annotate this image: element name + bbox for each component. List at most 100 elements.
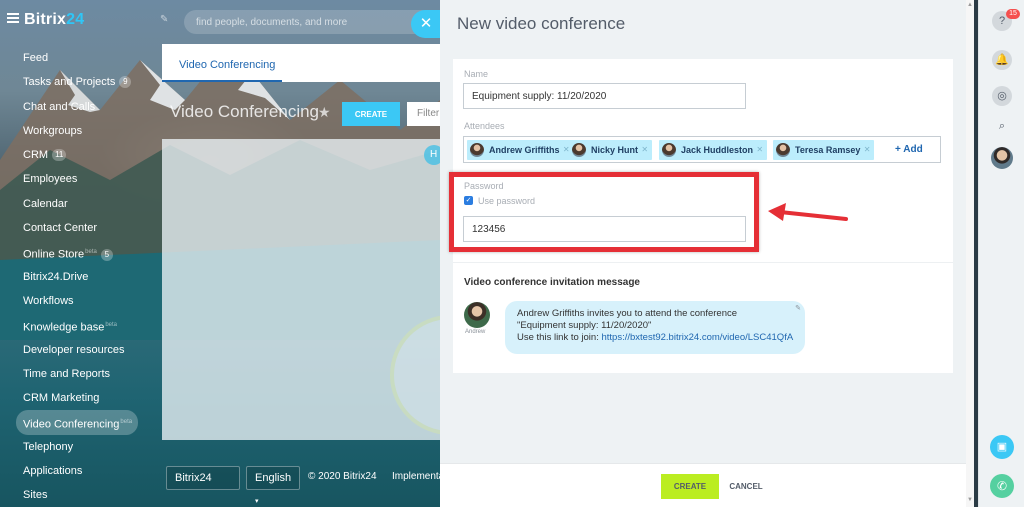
left-menu: Feed Tasks and Projects 9 Chat and Calls Wor… (0, 46, 160, 507)
scroll-up-icon[interactable]: ▲ (966, 2, 974, 8)
section-divider (453, 262, 953, 263)
portal-background: Bitrix24 ✎ Feed Tasks and Projects9 Chat a… (0, 0, 440, 507)
beta-label: beta (120, 419, 133, 426)
attendees-selector[interactable]: Andrew Griffiths ✕ Nicky Hunt ✕ Jack Huddl… (463, 136, 941, 163)
work-area: Video Conferencing Video Conferencing ★ … (162, 44, 440, 440)
language-value: English (255, 472, 292, 484)
bell-icon[interactable]: 🔔 (992, 50, 1012, 70)
sidebar-item[interactable]: Online Storebeta 5 (0, 240, 160, 264)
name-label: Name (464, 69, 489, 79)
cancel-button[interactable]: CANCEL (723, 474, 769, 499)
conference-link[interactable]: https://bxtest92.bitrix24.com/video/LSC4… (601, 332, 793, 343)
global-search-input[interactable] (184, 10, 434, 34)
bitrix24-logo[interactable]: Bitrix24 (24, 11, 84, 29)
sidebar-item-label: Knowledge base (23, 321, 105, 334)
sidebar-item[interactable]: Workflows (0, 289, 160, 313)
help-bubble-icon: H (424, 145, 440, 165)
tab-video-conferencing[interactable]: Video Conferencing (179, 59, 275, 71)
attendee-name: Teresa Ramsey (795, 145, 861, 155)
counter-badge: 11 (52, 149, 67, 162)
sidebar-item-label: CRM (23, 149, 49, 162)
attendees-label: Attendees (464, 121, 505, 131)
pencil-icon[interactable]: ✎ (160, 14, 168, 25)
work-content: H (162, 139, 440, 440)
invite-link-prefix: Use this link to join: (517, 332, 602, 343)
sidebar-item[interactable]: Employees (0, 167, 160, 191)
attendee-name: Andrew Griffiths (489, 145, 560, 155)
avatar (470, 143, 484, 157)
avatar (662, 143, 676, 157)
invitation-message-title: Video conference invitation message (464, 277, 640, 288)
counter-badge: 9 (119, 76, 132, 89)
sidebar-item[interactable]: Chat and Calls (0, 95, 160, 119)
sidebar-item[interactable]: Knowledge basebeta (0, 313, 160, 337)
sidebar-item[interactable]: Telephony (0, 435, 160, 459)
star-icon[interactable]: ★ (318, 104, 331, 121)
sidebar-item[interactable]: Video Conferencingbeta (16, 410, 138, 435)
sidebar-item[interactable]: Sites (0, 483, 160, 507)
sidebar-item-label: Bitrix24.Drive (23, 270, 89, 283)
sidebar-item-label: Calendar (23, 197, 68, 210)
scroll-down-icon[interactable]: ▼ (966, 497, 974, 503)
conference-name-input[interactable] (463, 83, 746, 109)
implementation-link[interactable]: Implementa (392, 471, 440, 482)
sidebar-item[interactable]: Workgroups (0, 119, 160, 143)
attendee-tag[interactable]: Nicky Hunt ✕ (569, 140, 653, 160)
edit-icon[interactable]: ✎ (795, 303, 801, 315)
slider-title: New video conference (457, 14, 626, 33)
avatar (776, 143, 790, 157)
sidebar-item-label: Video Conferencing (23, 419, 120, 432)
create-button-background[interactable]: CREATE (342, 102, 400, 126)
sidebar-item[interactable]: Contact Center (0, 216, 160, 240)
portal-footer: Bitrix24 English ▾ © 2020 Bitrix24 Imple… (166, 466, 440, 505)
sidebar-item[interactable]: Bitrix24.Drive (0, 265, 160, 289)
work-tabs: Video Conferencing (162, 44, 440, 82)
attendee-tag[interactable]: Jack Huddleston ✕ (659, 140, 768, 160)
sidebar-item-label: CRM Marketing (23, 392, 100, 405)
add-attendee-link[interactable]: + Add (895, 144, 923, 155)
sidebar-item[interactable]: Feed (0, 46, 160, 70)
chat-icon[interactable]: ◎ (992, 86, 1012, 106)
sidebar-item-label: Time and Reports (23, 367, 111, 380)
sidebar-item[interactable]: Tasks and Projects 9 (0, 70, 160, 94)
sidebar-item[interactable]: Applications (0, 459, 160, 483)
language-select[interactable]: English ▾ (246, 466, 300, 505)
sidebar-item[interactable]: Developer resources (0, 338, 160, 362)
close-icon: ✕ (419, 15, 433, 32)
sidebar-item-label: Sites (23, 489, 48, 502)
open-lines-icon[interactable]: ▣ (990, 435, 1014, 459)
attendee-name: Nicky Hunt (591, 145, 639, 155)
sidebar-item[interactable]: CRM Marketing (0, 386, 160, 410)
remove-icon[interactable]: ✕ (756, 140, 763, 160)
scrollbar[interactable]: ▲ ▼ (966, 0, 974, 507)
search-icon[interactable]: ⌕ (992, 116, 1012, 136)
sidebar-item[interactable]: CRM 11 (0, 143, 160, 167)
logo-text: Bitrix (24, 11, 67, 28)
avatar (572, 143, 586, 157)
sidebar-item-label: Applications (23, 465, 83, 478)
create-button[interactable]: CREATE (661, 474, 719, 499)
filter-input[interactable]: Filter (407, 102, 440, 126)
sidebar-item-label: Chat and Calls (23, 100, 96, 113)
invite-line-3: Use this link to join: https://bxtest92.… (517, 332, 793, 344)
attendee-tag[interactable]: Andrew Griffiths ✕ (467, 140, 574, 160)
slider-close-button[interactable]: ✕ (411, 10, 441, 38)
sidebar-item[interactable]: Time and Reports (0, 362, 160, 386)
new-video-conference-slider: New video conference Name Attendees Andr… (440, 0, 974, 507)
counter-badge: 5 (100, 249, 113, 262)
beta-label: beta (85, 249, 97, 256)
remove-icon[interactable]: ✕ (641, 140, 648, 160)
sidebar-item-label: Employees (23, 173, 78, 186)
slider-footer: CREATE CANCEL (440, 463, 966, 507)
footer-brand-button[interactable]: Bitrix24 (166, 466, 240, 490)
page-title: Video Conferencing (170, 102, 320, 121)
sidebar-item[interactable]: Calendar (0, 192, 160, 216)
attendee-tag[interactable]: Teresa Ramsey ✕ (773, 140, 875, 160)
hamburger-menu-icon[interactable] (7, 13, 19, 23)
remove-icon[interactable]: ✕ (864, 140, 871, 160)
user-avatar[interactable] (991, 147, 1013, 169)
sidebar-item-label: Developer resources (23, 343, 125, 356)
phone-icon[interactable]: ✆ (990, 474, 1014, 498)
invite-line-2: "Equipment supply: 11/20/2020" (517, 320, 652, 331)
copyright-text: © 2020 Bitrix24 (308, 471, 377, 482)
